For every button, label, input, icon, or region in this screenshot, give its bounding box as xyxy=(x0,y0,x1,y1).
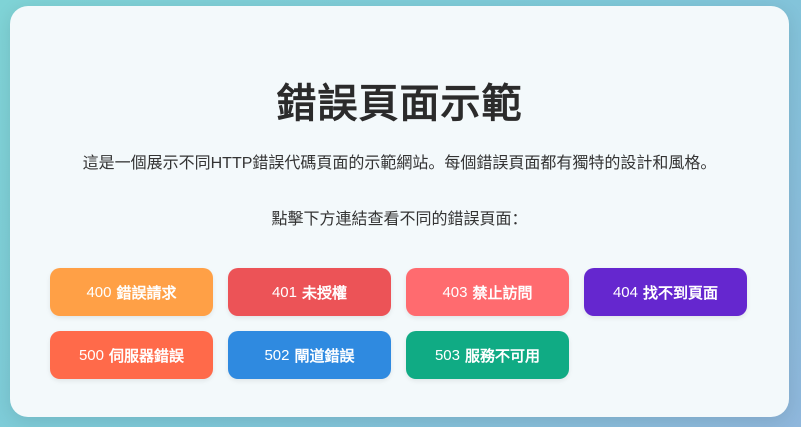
error-code: 502 xyxy=(264,346,290,364)
page-title: 錯誤頁面示範 xyxy=(276,82,523,126)
error-404-button[interactable]: 404 找不到頁面 xyxy=(584,268,747,316)
error-label: 伺服器錯誤 xyxy=(109,347,185,365)
error-code: 403 xyxy=(442,283,468,301)
error-code: 500 xyxy=(78,346,104,364)
error-401-button[interactable]: 401 未授權 xyxy=(228,268,391,316)
error-502-button[interactable]: 502 閘道錯誤 xyxy=(228,331,391,379)
error-label: 禁止訪問 xyxy=(472,284,533,302)
page-description: 這是一個展示不同HTTP錯誤代碼頁面的示範網站。每個錯誤頁面都有獨特的設計和風格… xyxy=(82,155,717,172)
error-code: 401 xyxy=(271,283,297,301)
error-code: 404 xyxy=(612,283,638,301)
error-label: 未授權 xyxy=(302,284,348,302)
error-label: 閘道錯誤 xyxy=(294,347,355,365)
error-label: 找不到頁面 xyxy=(643,284,719,302)
page-prompt: 點擊下方連結查看不同的錯誤頁面： xyxy=(271,211,528,228)
error-code: 503 xyxy=(434,346,460,364)
error-503-button[interactable]: 503 服務不可用 xyxy=(406,331,569,379)
error-label: 服務不可用 xyxy=(465,347,541,365)
error-label: 錯誤請求 xyxy=(116,284,177,302)
error-403-button[interactable]: 403 禁止訪問 xyxy=(406,268,569,316)
error-code: 400 xyxy=(86,283,112,301)
main-card: 錯誤頁面示範 這是一個展示不同HTTP錯誤代碼頁面的示範網站。每個錯誤頁面都有獨… xyxy=(10,6,789,417)
error-400-button[interactable]: 400 錯誤請求 xyxy=(50,268,213,316)
error-500-button[interactable]: 500 伺服器錯誤 xyxy=(50,331,213,379)
error-links-grid: 400 錯誤請求 401 未授權 403 禁止訪問 404 找不到頁面 500 … xyxy=(50,268,748,379)
